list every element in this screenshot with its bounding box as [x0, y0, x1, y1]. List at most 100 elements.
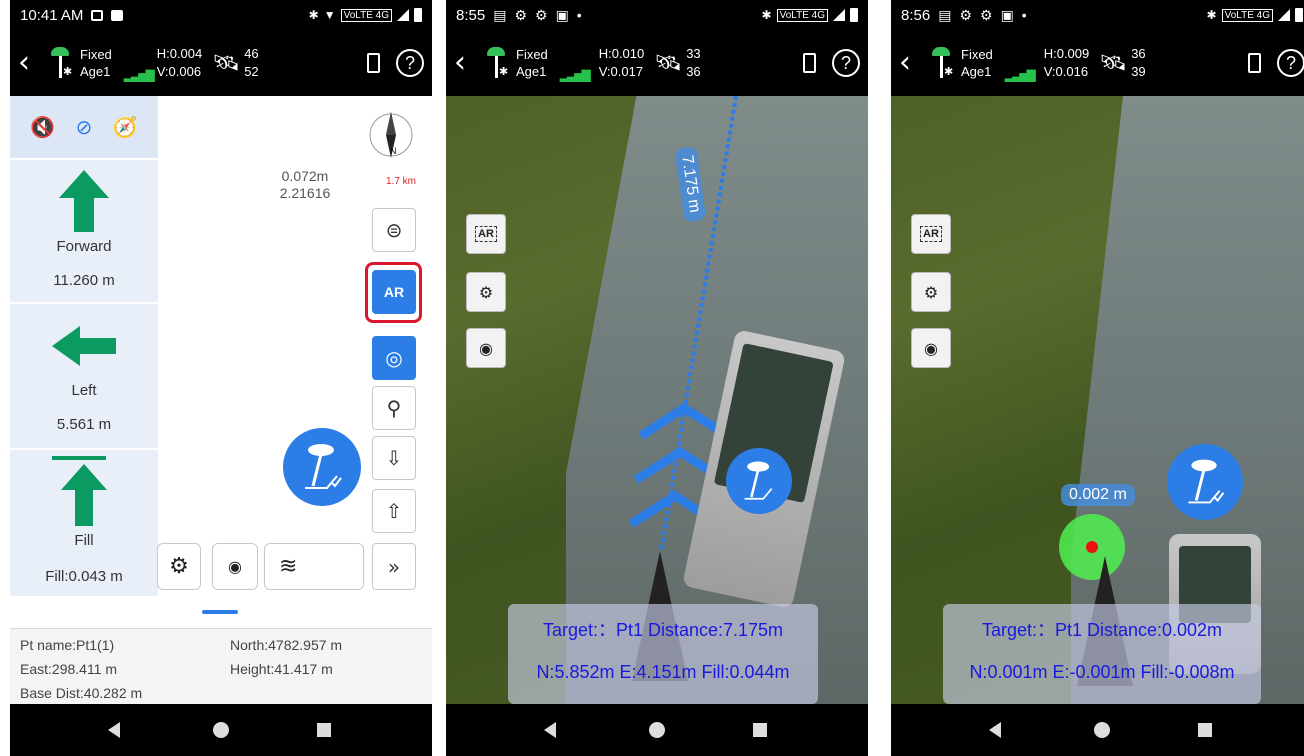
- nav-recents-icon[interactable]: [753, 723, 767, 737]
- gear-icon: ⚙: [514, 6, 527, 23]
- fill-arrow-icon: [61, 464, 107, 526]
- device-battery-icon[interactable]: [1248, 53, 1261, 73]
- layers-icon[interactable]: ≋: [264, 543, 364, 590]
- fill-section: Fill Fill:0.043 m: [10, 448, 158, 596]
- back-icon[interactable]: ‹: [454, 48, 476, 78]
- nav-recents-icon[interactable]: [1198, 723, 1212, 737]
- forward-section: Forward 11.260 m: [10, 158, 158, 302]
- nav-home-icon[interactable]: [213, 722, 229, 738]
- fix-status: Fixed Age1: [961, 46, 993, 80]
- camera-icon[interactable]: ◉: [466, 328, 506, 368]
- compass-north: N: [390, 146, 397, 156]
- rover-icon: ✱: [484, 43, 510, 83]
- back-icon[interactable]: ‹: [18, 48, 40, 78]
- nav-back-icon[interactable]: [108, 722, 120, 738]
- signal-icon: [1278, 9, 1290, 21]
- satellite-icon: 🛰: [212, 50, 241, 76]
- arrow-left-icon: [52, 326, 116, 366]
- gear-icon: ⚙: [980, 6, 993, 23]
- h-precision: H:0.010: [598, 46, 645, 61]
- guidance-panel: 🔇 ⊘ 🧭 Forward 11.260 m Left 5.561 m Fill…: [10, 96, 158, 596]
- battery-icon: [414, 8, 422, 22]
- age: Age1: [516, 64, 547, 79]
- network-type: VoLTE 4G: [1221, 8, 1273, 22]
- nav-bar: [10, 704, 432, 756]
- drawer-handle[interactable]: [202, 610, 238, 614]
- offset-line: N:0.001m E:-0.001m Fill:-0.008m: [969, 662, 1235, 682]
- rover-icon: ✱: [48, 43, 74, 83]
- survey-pole-icon: [744, 461, 773, 500]
- compass-nav-icon[interactable]: 🧭: [113, 115, 138, 140]
- back-icon[interactable]: ‹: [899, 48, 921, 78]
- gear-icon[interactable]: ⚙: [911, 272, 951, 312]
- app-header: ‹ ✱ Fixed Age1 ▂▃▅▇ H:0.004 V:0.006 🛰 46…: [10, 30, 432, 96]
- locate-icon[interactable]: ◎: [372, 336, 416, 380]
- fix-status: Fixed Age1: [516, 46, 548, 80]
- fix-type: Fixed: [80, 47, 112, 62]
- status-right: ✱ VoLTE 4G: [1207, 8, 1303, 22]
- ar-toggle-button[interactable]: AR: [466, 214, 506, 254]
- nav-home-icon[interactable]: [649, 722, 665, 738]
- map-bearing: 2.21616: [279, 185, 331, 201]
- signal-bars-icon: ▂▃▅▇: [1004, 68, 1036, 82]
- help-icon[interactable]: ?: [832, 49, 860, 77]
- gear-icon[interactable]: ⚙: [466, 272, 506, 312]
- survey-pole-icon: [1188, 459, 1225, 504]
- status-bar: 8:56 ▤ ⚙ ⚙ ▣ • ✱ VoLTE 4G: [891, 0, 1304, 30]
- nav-back-icon[interactable]: [544, 722, 556, 738]
- notification-icon: ▤: [493, 6, 507, 23]
- signal-bars-icon: ▂▃▅▇: [123, 68, 155, 82]
- help-icon[interactable]: ?: [396, 49, 424, 77]
- nav-back-icon[interactable]: [989, 722, 1001, 738]
- left-section: Left 5.561 m: [10, 302, 158, 448]
- dot-icon: •: [1021, 7, 1027, 23]
- gear-icon[interactable]: ⚙: [157, 543, 201, 590]
- camera-icon[interactable]: ◉: [212, 543, 258, 590]
- signal-icon: [397, 9, 409, 21]
- fill-level-line: [52, 456, 106, 460]
- ar-toggle-button[interactable]: AR: [911, 214, 951, 254]
- mute-icon[interactable]: 🔇: [30, 115, 55, 140]
- stake-point-button[interactable]: [283, 428, 361, 506]
- screen-stakeout-map: 10:41 AM ✱ ▼ VoLTE 4G ‹ ✱ Fixed Age1 ▂▃▅…: [10, 0, 432, 756]
- gear-icon: ⚙: [535, 6, 548, 23]
- fix-type: Fixed: [516, 47, 548, 62]
- arrow-up-icon[interactable]: ⇧: [372, 489, 416, 533]
- compass-icon[interactable]: N: [368, 108, 414, 166]
- device-battery-icon[interactable]: [367, 53, 380, 73]
- nav-recents-icon[interactable]: [317, 723, 331, 737]
- satellite-counts: 36 39: [1131, 45, 1145, 81]
- ar-button[interactable]: AR: [372, 270, 416, 314]
- help-icon[interactable]: ?: [1277, 49, 1304, 77]
- age: Age1: [80, 64, 111, 79]
- pin-icon[interactable]: ⚲: [372, 386, 416, 430]
- fill-label: Fill: [74, 532, 94, 549]
- camera-icon[interactable]: ◉: [911, 328, 951, 368]
- point-info: Pt name:Pt1(1) North:4782.957 m East:298…: [10, 628, 432, 704]
- stake-point-button[interactable]: [1167, 444, 1243, 520]
- nav-home-icon[interactable]: [1094, 722, 1110, 738]
- sat-used: 46: [244, 46, 259, 61]
- forward-label: Forward: [56, 238, 112, 255]
- offset-line: N:5.852m E:4.151m Fill:0.044m: [536, 662, 790, 682]
- map-distance: 0.072m: [281, 168, 329, 184]
- status-time: 10:41 AM: [20, 6, 84, 24]
- status-time: 8:55: [456, 6, 486, 24]
- target-icon[interactable]: ⊜: [372, 208, 416, 252]
- hide-icon[interactable]: ⊘: [76, 115, 93, 140]
- status-bar: 10:41 AM ✱ ▼ VoLTE 4G: [10, 0, 432, 30]
- base-distance: Base Dist:40.282 m: [20, 685, 143, 701]
- satellite-icon: 🛰: [654, 50, 683, 76]
- sat-visible: 39: [1131, 64, 1146, 79]
- age: Age1: [961, 64, 992, 79]
- device-battery-icon[interactable]: [803, 53, 816, 73]
- dot-icon: •: [576, 7, 582, 23]
- target-info-panel: Target:：Pt1 Distance:0.002m N:0.001m E:-…: [943, 604, 1261, 704]
- chevron-double-down-icon[interactable]: »: [372, 543, 416, 590]
- survey-pole-icon: [305, 444, 342, 489]
- arrow-down-icon[interactable]: ⇩: [372, 436, 416, 480]
- panel-icon-row: 🔇 ⊘ 🧭: [10, 96, 158, 158]
- stake-point-button[interactable]: [726, 448, 792, 514]
- status-right: ✱ VoLTE 4G: [762, 8, 858, 22]
- v-precision: V:0.006: [156, 64, 202, 79]
